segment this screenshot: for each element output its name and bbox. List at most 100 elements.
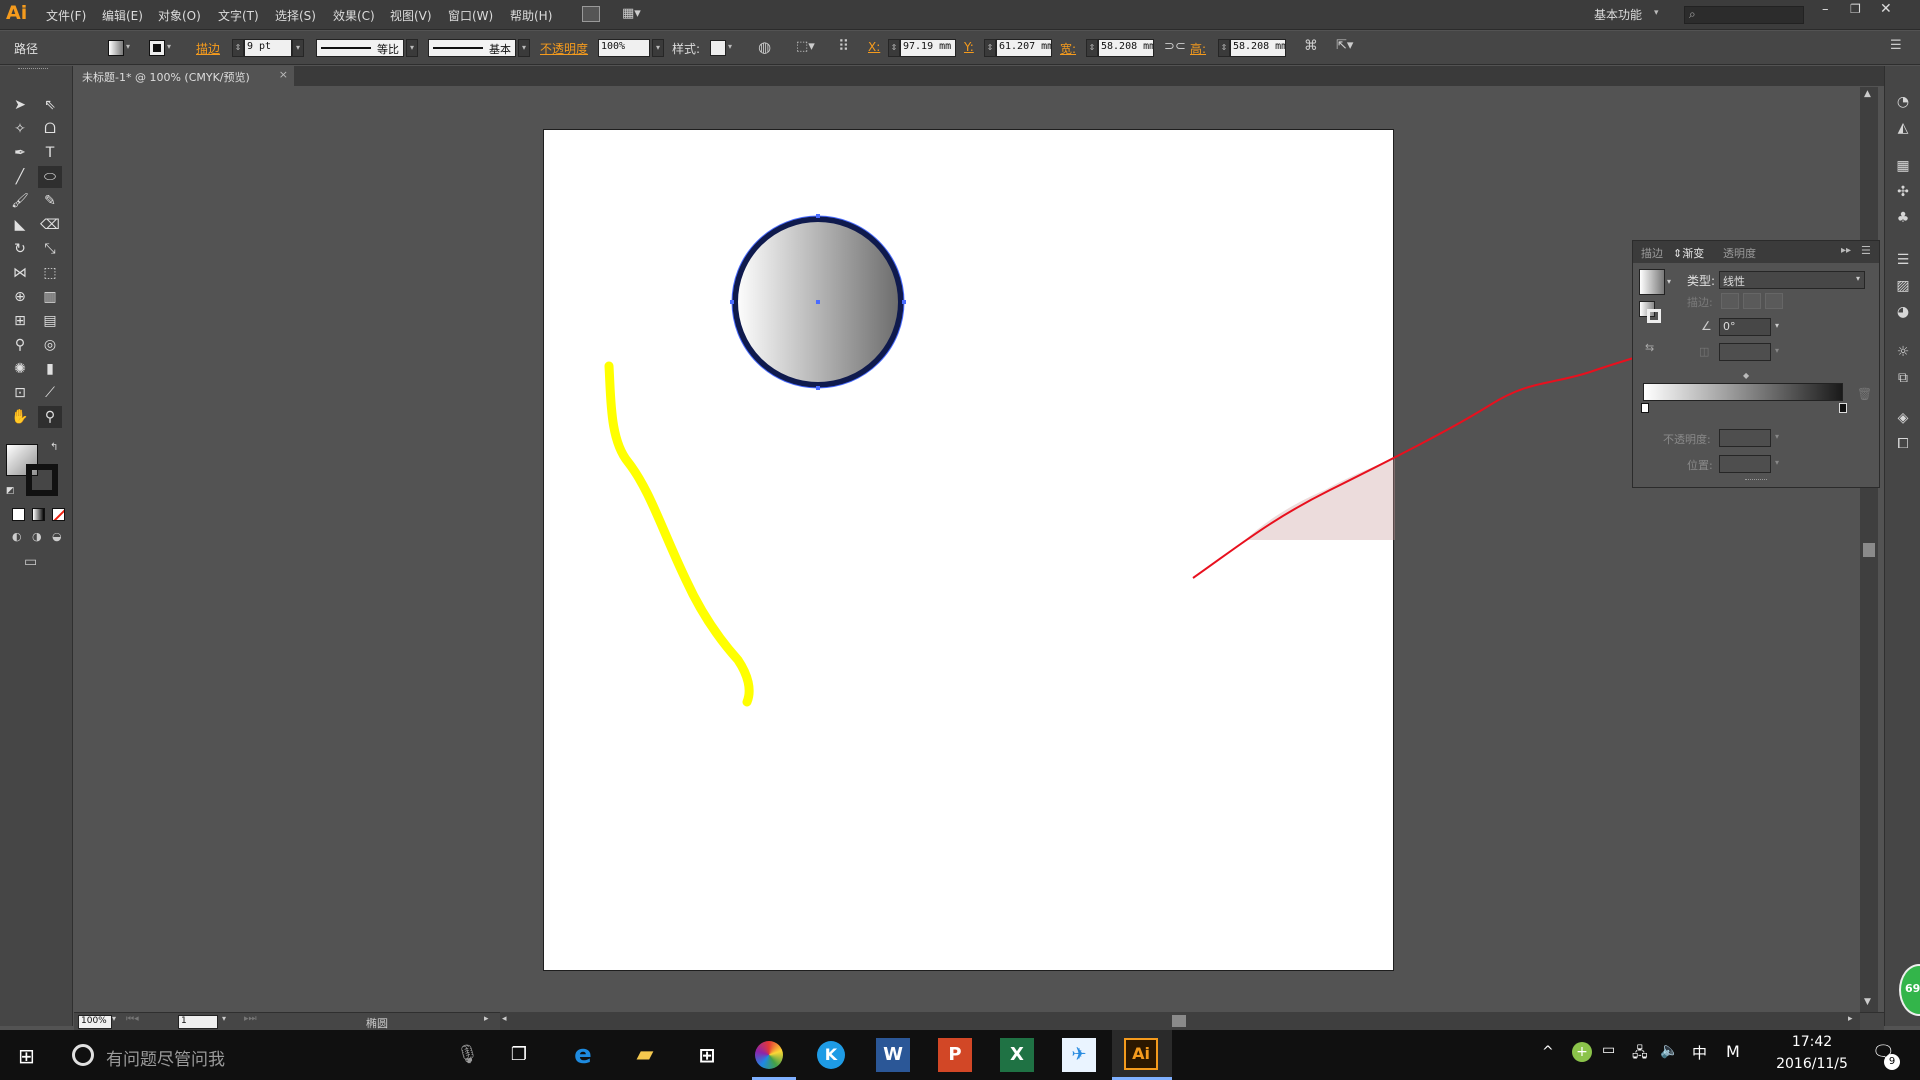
color-panel-icon[interactable]: ◭ (1893, 118, 1913, 138)
photos-app-wheel (755, 1041, 783, 1069)
clock-time[interactable]: 17:42 (1776, 1034, 1848, 1050)
gradient-stop-white[interactable] (1641, 403, 1649, 413)
stroke-gradient-across-button[interactable] (1765, 293, 1783, 309)
transparency-panel-icon[interactable]: ◕ (1893, 302, 1913, 322)
floating-badge[interactable]: 69 (1899, 964, 1920, 1016)
brushes-icon[interactable]: ✣ (1893, 182, 1913, 202)
gradient-preview-dropdown-icon[interactable]: ▾ (1667, 277, 1671, 286)
excel-icon[interactable]: X (1000, 1038, 1034, 1072)
collapse-panel-icon[interactable]: ▸▸ (1841, 245, 1851, 256)
ime-secondary-indicator[interactable]: M (1726, 1042, 1740, 1061)
gradient-midpoint-diamond[interactable]: ◆ (1743, 371, 1749, 380)
gradient-angle-input[interactable]: 0° (1719, 318, 1771, 336)
scroll-left-icon[interactable]: ◂ (502, 1014, 507, 1024)
scroll-up-icon[interactable]: ▲ (1864, 89, 1871, 99)
tab-transparency[interactable]: 透明度 (1723, 245, 1756, 261)
artboards-icon[interactable]: ⧠ (1893, 434, 1913, 454)
status-menu-arrow-icon[interactable]: ▸ (484, 1014, 489, 1024)
cortana-search-box[interactable]: 有问题尽管问我 🎙 (62, 1036, 479, 1074)
k-app-icon[interactable]: K (814, 1038, 848, 1072)
store-icon[interactable]: ⊞ (690, 1038, 724, 1072)
gradient-panel: 描边 ⇕渐变 透明度 ▸▸ ☰ ▾ 类型: 线性 ▾ 描边: ∠ 0° ▾ ⇆ … (1632, 240, 1880, 488)
aspect-ratio-icon: ◫ (1699, 345, 1710, 358)
current-tool-status: 椭圆 (366, 1017, 388, 1030)
clock-date[interactable]: 2016/11/5 (1766, 1056, 1858, 1072)
volume-icon[interactable]: 🔈 (1660, 1041, 1679, 1059)
color-guide-icon[interactable]: ◔ (1893, 92, 1913, 112)
layers-icon[interactable]: ◈ (1893, 408, 1913, 428)
photos-app-icon[interactable] (752, 1038, 786, 1072)
stroke-gradient-along-button[interactable] (1743, 293, 1761, 309)
panel-dock: ◔ ◭ ▦ ✣ ♣ ☰ ▨ ◕ ☼ ⧉ ◈ ⧠ 69 (1884, 66, 1920, 1026)
zoom-dropdown-icon[interactable]: ▾ (112, 1014, 116, 1023)
stop-opacity-label: 不透明度: (1663, 433, 1711, 446)
search-placeholder: 有问题尽管问我 (106, 1050, 225, 1070)
battery-icon[interactable]: ▭ (1602, 1042, 1615, 1058)
powerpoint-icon[interactable]: P (938, 1038, 972, 1072)
ime-mode-indicator[interactable]: 中 (1692, 1042, 1707, 1063)
gradient-stop-black[interactable] (1839, 403, 1847, 413)
panel-menu-icon[interactable]: ☰ (1861, 244, 1871, 257)
angle-dropdown-icon[interactable]: ▾ (1775, 321, 1779, 330)
windows-start-icon[interactable]: ⊞ (18, 1045, 40, 1067)
symbols-icon[interactable]: ♣ (1893, 208, 1913, 228)
anchor-bottom[interactable] (816, 386, 820, 390)
tray-plus-icon[interactable]: + (1572, 1042, 1592, 1062)
aspect-ratio-input[interactable] (1719, 343, 1771, 361)
delete-stop-icon[interactable]: 🗑 (1857, 387, 1872, 401)
panel-resize-grip[interactable] (1745, 479, 1767, 482)
gradient-type-dropdown-icon: ▾ (1855, 274, 1860, 283)
cortana-circle-icon (72, 1044, 94, 1066)
scroll-down-icon[interactable]: ▼ (1864, 997, 1871, 1007)
notification-count-badge: 9 (1884, 1054, 1900, 1070)
file-explorer-icon[interactable]: ▰ (628, 1038, 662, 1072)
tab-stroke[interactable]: 描边 (1641, 245, 1663, 261)
network-icon[interactable]: 🖧 (1632, 1042, 1648, 1066)
yellow-brush-stroke[interactable] (604, 361, 754, 707)
artboard-number-field[interactable]: 1 (178, 1015, 218, 1029)
circle-center-point[interactable] (816, 300, 820, 304)
bird-app-icon[interactable]: ✈ (1062, 1038, 1096, 1072)
stop-opacity-input[interactable] (1719, 429, 1771, 447)
reverse-gradient-icon[interactable]: ⇆ (1645, 341, 1654, 354)
graphic-styles-icon[interactable]: ⧉ (1893, 368, 1913, 388)
artboard-dropdown-icon[interactable]: ▾ (222, 1014, 226, 1023)
aspect-ratio-dropdown-icon[interactable]: ▾ (1775, 346, 1779, 355)
task-view-icon[interactable]: ❐ (502, 1038, 536, 1072)
anchor-right[interactable] (902, 300, 906, 304)
stroke-indicator[interactable] (1647, 309, 1661, 323)
vertical-scrollbar[interactable]: ▲ ▼ (1860, 87, 1878, 1012)
first-artboard-icon[interactable]: ⏮◂ (126, 1014, 139, 1024)
windows-taskbar: ⊞ 有问题尽管问我 🎙 ❐ e ▰ ⊞ K W P X ✈ Ai ^ + ▭ 🖧… (0, 1030, 1920, 1080)
vertical-scroll-thumb[interactable] (1863, 543, 1875, 557)
stop-location-dropdown-icon[interactable]: ▾ (1775, 458, 1779, 467)
stroke-panel-icon[interactable]: ☰ (1893, 250, 1913, 270)
last-artboard-icon[interactable]: ▸⏭ (244, 1014, 257, 1024)
gradient-preview-swatch[interactable] (1639, 269, 1665, 295)
swatches-icon[interactable]: ▦ (1893, 156, 1913, 176)
gradient-panel-header: 描边 ⇕渐变 透明度 ▸▸ ☰ (1633, 241, 1879, 263)
stop-location-input[interactable] (1719, 455, 1771, 473)
anchor-top[interactable] (816, 214, 820, 218)
zoom-level-field[interactable]: 100% (78, 1015, 112, 1029)
illustrator-taskbar-button[interactable]: Ai (1112, 1030, 1172, 1080)
appearance-icon[interactable]: ☼ (1893, 342, 1913, 362)
gradient-slider-bar[interactable] (1643, 383, 1843, 401)
edge-icon[interactable]: e (566, 1038, 600, 1072)
tab-gradient[interactable]: ⇕渐变 (1673, 245, 1704, 261)
tab-gradient-label: 渐变 (1682, 247, 1705, 260)
stop-location-label: 位置: (1687, 459, 1713, 472)
microphone-icon[interactable]: 🎙 (456, 1044, 479, 1065)
show-hidden-icons-icon[interactable]: ^ (1542, 1044, 1554, 1060)
artwork-layer (604, 214, 1803, 707)
scroll-right-icon[interactable]: ▸ (1848, 1014, 1853, 1024)
gradient-panel-icon[interactable]: ▨ (1893, 276, 1913, 296)
stop-opacity-dropdown-icon[interactable]: ▾ (1775, 432, 1779, 441)
stroke-gradient-label: 描边: (1687, 296, 1713, 309)
stroke-gradient-within-button[interactable] (1721, 293, 1739, 309)
horizontal-scroll-thumb[interactable] (1172, 1015, 1186, 1027)
gradient-type-select[interactable]: 线性 ▾ (1719, 271, 1865, 289)
anchor-left[interactable] (730, 300, 734, 304)
word-icon[interactable]: W (876, 1038, 910, 1072)
horizontal-scrollbar[interactable]: ◂ ▸ (500, 1012, 1860, 1030)
